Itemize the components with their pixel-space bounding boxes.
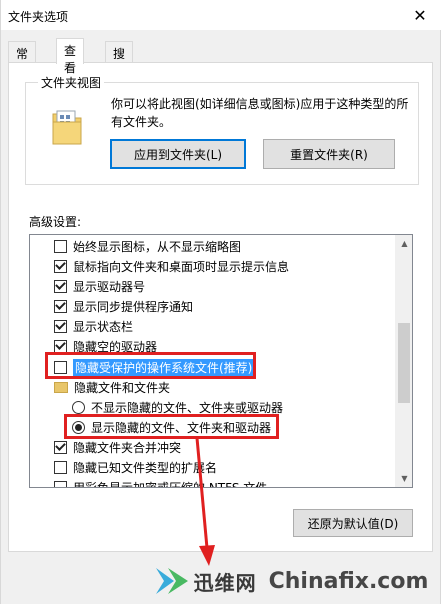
watermark-cn: 迅维网 <box>193 570 257 595</box>
watermark-en: Chinafix.com <box>268 568 429 594</box>
tab-view[interactable]: 查看 <box>56 38 85 75</box>
chinafix-logo-icon <box>155 568 188 594</box>
tab-view-label: 查看 <box>64 44 77 75</box>
restore-defaults-label: 还原为默认值(D) <box>307 516 399 531</box>
restore-defaults-button[interactable]: 还原为默认值(D) <box>293 509 413 537</box>
folder-options-dialog: 文件夹选项 ✕ 常规 查看 搜索 文件夹视图 你可以将此视图(如详细信息或图标)… <box>0 0 441 604</box>
watermark: 迅维网 Chinafix.com <box>141 558 441 604</box>
